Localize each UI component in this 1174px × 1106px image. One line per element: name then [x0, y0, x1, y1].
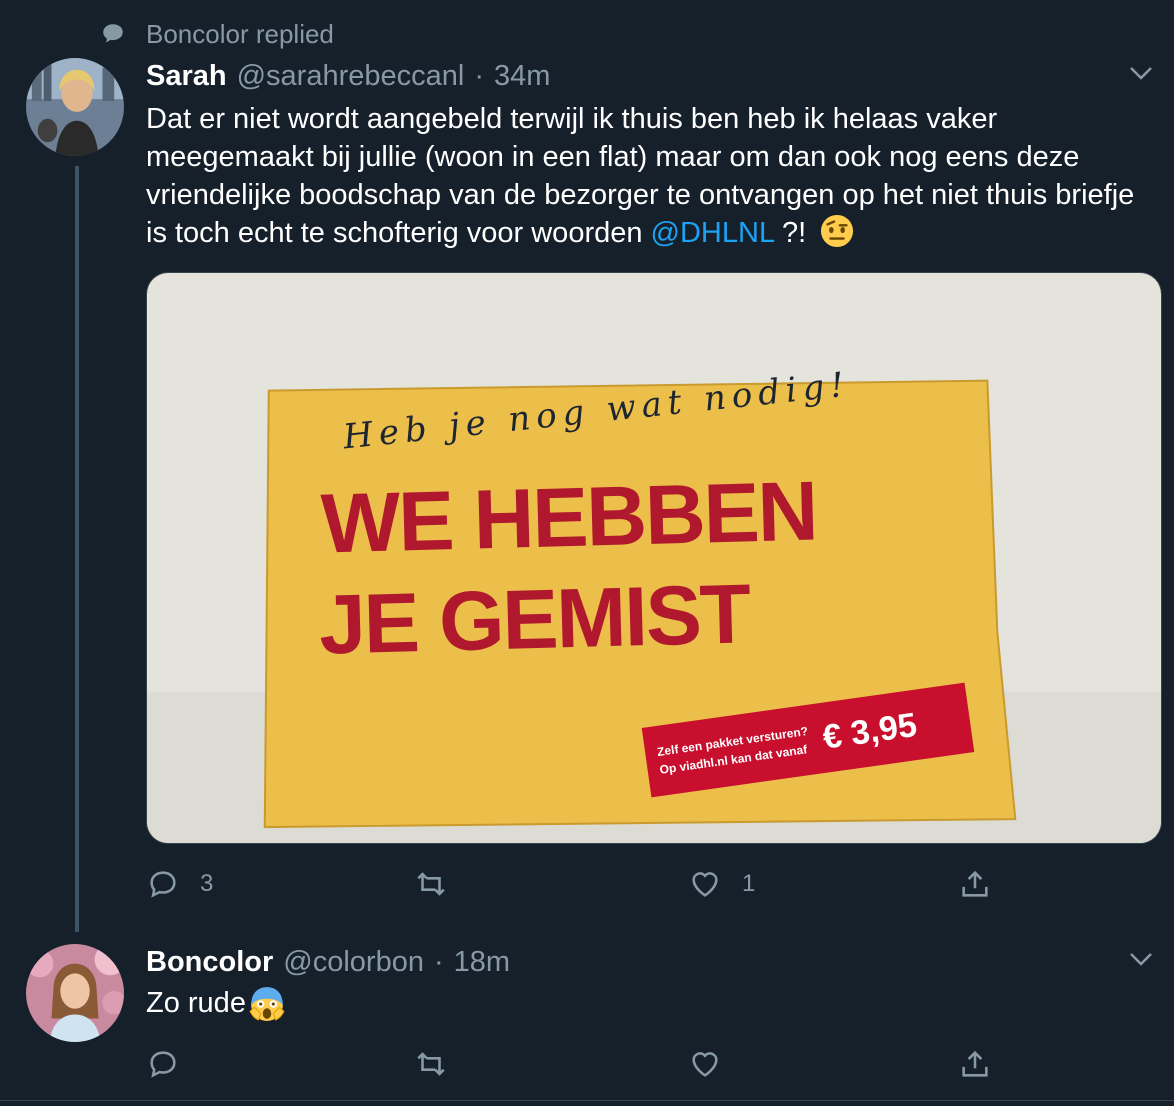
tweet-text-tail: ?!: [774, 217, 807, 249]
share-button[interactable]: [958, 864, 992, 904]
timestamp[interactable]: 18m: [454, 946, 510, 979]
retweet-button[interactable]: [414, 864, 468, 904]
share-button[interactable]: [958, 1044, 992, 1084]
avatar[interactable]: [26, 58, 124, 156]
reply-count: 3: [200, 870, 214, 897]
headline-line-2: JE GEMIST: [317, 566, 751, 672]
reply-button[interactable]: [146, 1044, 200, 1084]
thread-line: [75, 166, 79, 932]
author-handle[interactable]: @sarahrebeccanl: [237, 60, 465, 93]
tweet-text: Dat er niet wordt aangebeld terwijl ik t…: [146, 100, 1146, 252]
retweet-button[interactable]: [414, 1044, 468, 1084]
retweet-icon: [417, 872, 445, 896]
heart-icon: [692, 1052, 718, 1077]
tweet-header: Sarah @sarahrebeccanl · 34m: [146, 60, 550, 93]
reply-icon: [150, 871, 176, 898]
divider: [0, 1100, 1174, 1101]
screaming-face-emoji-icon: [249, 987, 285, 1021]
share-icon: [962, 870, 988, 897]
author-name[interactable]: Boncolor: [146, 946, 273, 979]
like-button[interactable]: 1: [688, 864, 755, 904]
chevron-down-icon[interactable]: [1126, 944, 1156, 974]
reply-icon: [150, 1051, 176, 1078]
tweet-actions: [146, 1044, 1006, 1084]
separator: ·: [474, 60, 485, 92]
price-label-text: Zelf een pakket versturen? Op viadhl.nl …: [656, 722, 812, 779]
retweet-icon: [417, 1052, 445, 1076]
tweet-photo[interactable]: Heb je nog wat nodig! WE HEBBEN JE GEMIS…: [146, 272, 1162, 844]
timestamp[interactable]: 34m: [494, 60, 550, 93]
tweet-actions: 3 1: [146, 864, 1006, 904]
reply-context-text: Boncolor replied: [146, 18, 334, 49]
chevron-down-icon[interactable]: [1126, 58, 1156, 88]
share-icon: [962, 1050, 988, 1077]
author-handle[interactable]: @colorbon: [283, 946, 424, 979]
speech-bubble-icon: [103, 24, 123, 43]
heart-icon: [692, 872, 718, 897]
raised-eyebrow-emoji-icon: [821, 214, 854, 248]
mention-link[interactable]: @DHLNL: [651, 217, 774, 249]
separator: ·: [433, 946, 444, 978]
tweet-header: Boncolor @colorbon · 18m: [146, 946, 510, 979]
tweet-text-body: Dat er niet wordt aangebeld terwijl ik t…: [146, 103, 1135, 249]
avatar[interactable]: [26, 944, 124, 1042]
like-count: 1: [742, 870, 756, 897]
tweet-text-body: Zo rude: [146, 986, 246, 1019]
like-button[interactable]: [688, 1044, 742, 1084]
headline-line-1: WE HEBBEN: [319, 463, 818, 571]
price-value: € 3,95: [820, 705, 920, 757]
author-name[interactable]: Sarah: [146, 60, 227, 93]
tweet-thread: Boncolor replied Sarah @sarahrebeccanl ·…: [0, 0, 1174, 1106]
reply-context: Boncolor replied: [100, 18, 334, 50]
tweet-text: Zo rude: [146, 984, 286, 1022]
reply-button[interactable]: 3: [146, 864, 213, 904]
